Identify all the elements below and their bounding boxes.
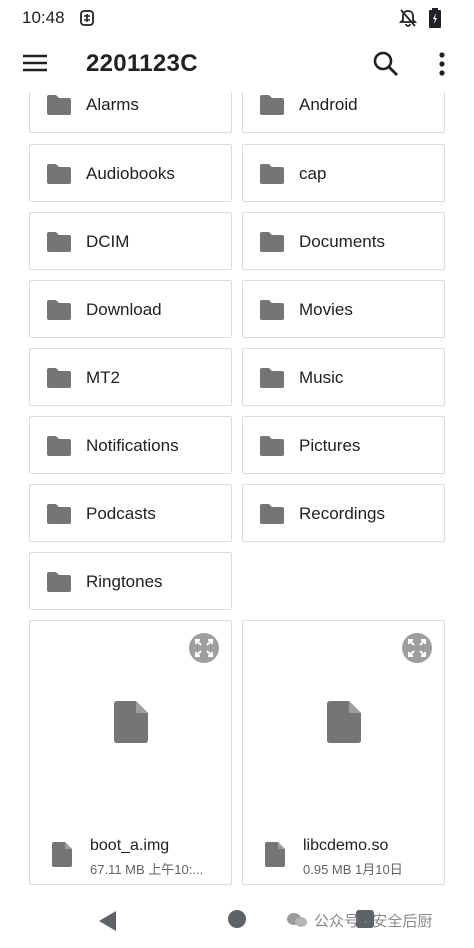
folder-icon xyxy=(260,504,284,524)
file-grid[interactable]: Alarms Android Audiobooks cap DCIM Docum… xyxy=(0,92,474,900)
file-tile-libcdemo-so[interactable]: libcdemo.so 0.95 MB 1月10日 xyxy=(242,620,445,885)
back-icon[interactable] xyxy=(96,909,118,933)
directory-tile-audiobooks[interactable]: Audiobooks xyxy=(29,144,232,202)
wechat-icon xyxy=(287,913,307,927)
directory-label: Download xyxy=(86,300,162,319)
app-bar: 2201123C xyxy=(0,36,474,92)
directory-tile-podcasts[interactable]: Podcasts xyxy=(29,484,232,542)
file-type-icon xyxy=(265,842,285,867)
menu-icon[interactable] xyxy=(18,46,52,80)
folder-icon xyxy=(47,368,71,388)
directory-tile-ringtones[interactable]: Ringtones xyxy=(29,552,232,610)
preview-expand-icon[interactable] xyxy=(189,633,219,663)
directory-label: Movies xyxy=(299,300,353,319)
directory-label: DCIM xyxy=(86,232,130,251)
folder-icon xyxy=(47,572,71,592)
more-options-icon[interactable] xyxy=(430,48,454,80)
directory-tile-notifications[interactable]: Notifications xyxy=(29,416,232,474)
folder-icon xyxy=(47,95,71,115)
directory-label: Documents xyxy=(299,232,385,251)
directory-label: Alarms xyxy=(86,95,139,114)
directory-label: Audiobooks xyxy=(86,164,175,183)
folder-icon xyxy=(47,504,71,524)
search-icon[interactable] xyxy=(370,48,402,80)
directory-label: cap xyxy=(299,164,327,183)
battery-charging-icon xyxy=(429,8,441,28)
directory-tile-cap[interactable]: cap xyxy=(242,144,445,202)
folder-icon xyxy=(47,436,71,456)
directory-label: Pictures xyxy=(299,436,361,455)
directory-tile-recordings[interactable]: Recordings xyxy=(242,484,445,542)
directory-label: Android xyxy=(299,95,358,114)
folder-icon xyxy=(47,232,71,252)
preview-expand-icon[interactable] xyxy=(402,633,432,663)
folder-icon xyxy=(260,164,284,184)
status-time: 10:48 xyxy=(22,8,65,27)
folder-icon xyxy=(260,368,284,388)
file-icon xyxy=(327,701,361,743)
folder-icon xyxy=(260,300,284,320)
home-icon[interactable] xyxy=(228,910,246,928)
directory-tile-documents[interactable]: Documents xyxy=(242,212,445,270)
directory-label: Music xyxy=(299,368,344,387)
app-notification-icon xyxy=(80,10,94,26)
directory-tile-music[interactable]: Music xyxy=(242,348,445,406)
bell-off-icon xyxy=(398,9,418,27)
directory-label: Recordings xyxy=(299,504,385,523)
page-title: 2201123C xyxy=(86,50,198,77)
file-meta: 0.95 MB 1月10日 xyxy=(303,862,403,877)
file-name: libcdemo.so xyxy=(303,837,389,854)
file-tile-boot-a-img[interactable]: boot_a.img 67.11 MB 上午10:... xyxy=(29,620,232,885)
directory-tile-android[interactable]: Android xyxy=(242,92,445,133)
directory-tile-alarms[interactable]: Alarms xyxy=(29,92,232,133)
folder-icon xyxy=(260,436,284,456)
directory-tile-download[interactable]: Download xyxy=(29,280,232,338)
directory-tile-movies[interactable]: Movies xyxy=(242,280,445,338)
directory-tile-dcim[interactable]: DCIM xyxy=(29,212,232,270)
folder-icon xyxy=(260,232,284,252)
directory-tile-mt2[interactable]: MT2 xyxy=(29,348,232,406)
watermark: 公众号 · 安全后厨 xyxy=(286,910,432,931)
file-type-icon xyxy=(52,842,72,867)
system-nav-bar: 公众号 · 安全后厨 xyxy=(0,900,474,948)
status-bar: 10:48 xyxy=(0,0,474,36)
folder-icon xyxy=(47,164,71,184)
file-meta: 67.11 MB 上午10:... xyxy=(90,862,204,877)
folder-icon xyxy=(47,300,71,320)
directory-label: Ringtones xyxy=(86,572,163,591)
file-name: boot_a.img xyxy=(90,837,170,854)
directory-label: MT2 xyxy=(86,368,120,387)
directory-label: Notifications xyxy=(86,436,179,455)
directory-label: Podcasts xyxy=(86,504,156,523)
directory-tile-pictures[interactable]: Pictures xyxy=(242,416,445,474)
file-icon xyxy=(114,701,148,743)
folder-icon xyxy=(260,95,284,115)
watermark-text: 公众号 · 安全后厨 xyxy=(314,913,433,930)
